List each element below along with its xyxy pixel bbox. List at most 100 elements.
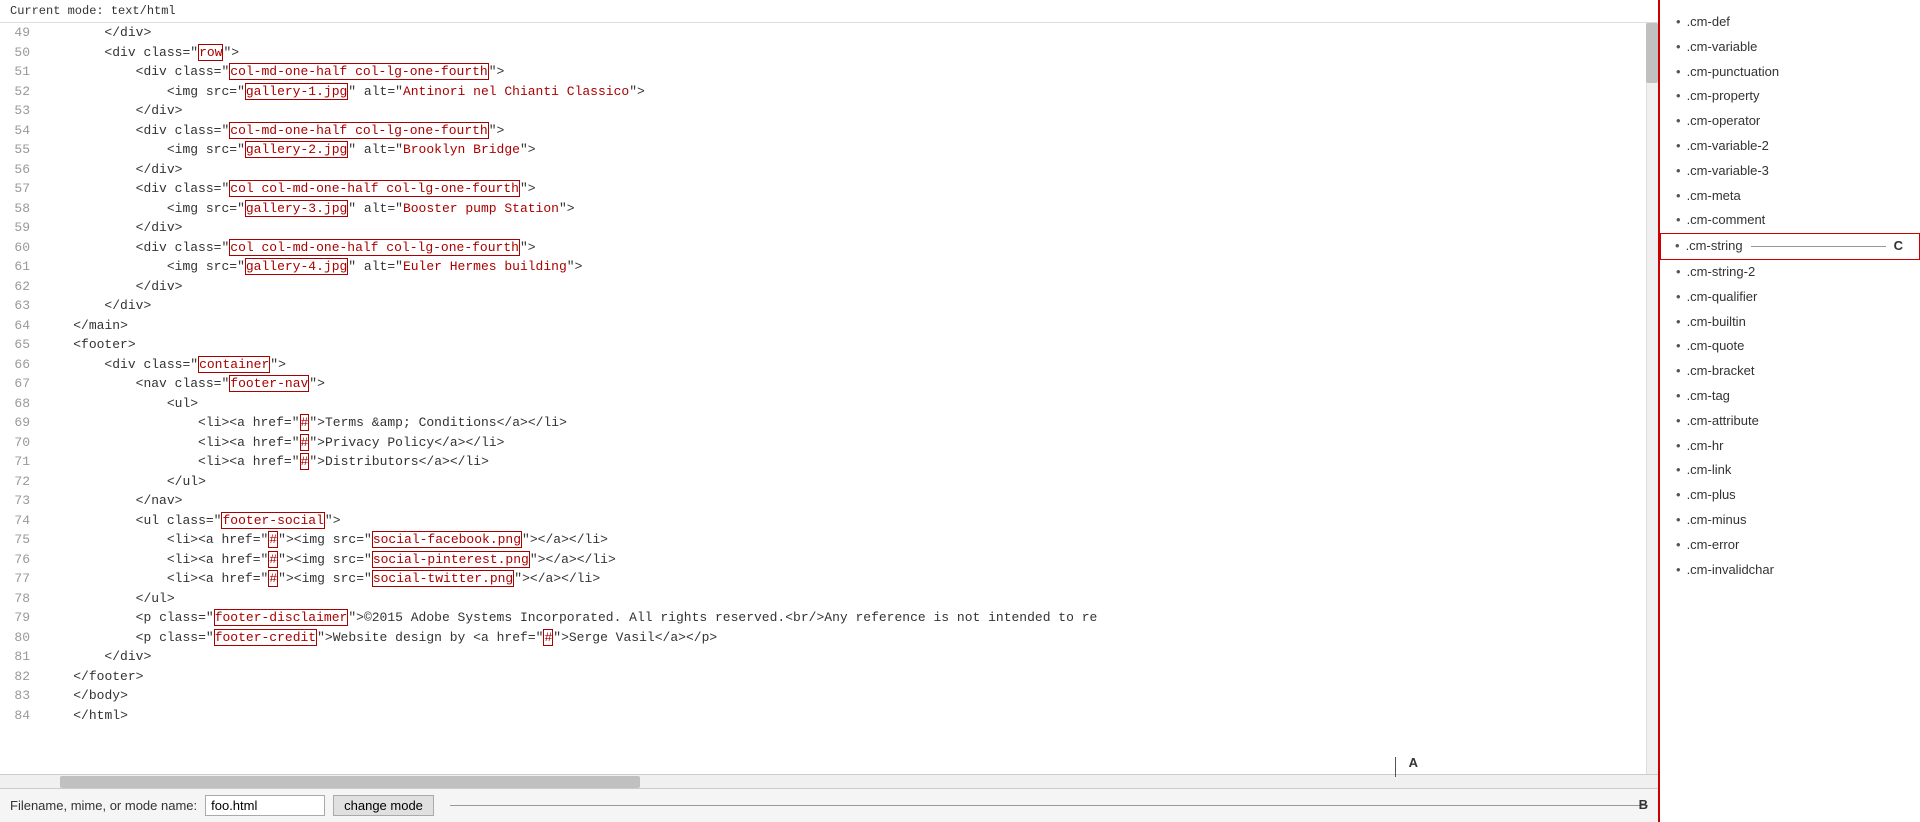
table-row: 84 </html> <box>0 706 1658 726</box>
table-row: 49 </div> <box>0 23 1658 43</box>
style-item-label: .cm-variable-2 <box>1687 136 1769 157</box>
style-list-item[interactable]: .cm-hr <box>1660 434 1920 459</box>
line-code: <img src="gallery-4.jpg" alt="Euler Herm… <box>38 257 1658 277</box>
style-item-label: .cm-builtin <box>1687 312 1746 333</box>
table-row: 69 <li><a href="#">Terms &amp; Condition… <box>0 413 1658 433</box>
line-code: </main> <box>38 316 1658 336</box>
line-number: 79 <box>0 608 38 628</box>
style-list-item[interactable]: .cm-qualifier <box>1660 285 1920 310</box>
line-code: <li><a href="#"><img src="social-pintere… <box>38 550 1658 570</box>
line-code: </html> <box>38 706 1658 726</box>
table-row: 50 <div class="row"> <box>0 43 1658 63</box>
line-number: 64 <box>0 316 38 336</box>
line-code: </ul> <box>38 472 1658 492</box>
table-row: 73 </nav> <box>0 491 1658 511</box>
line-number: 50 <box>0 43 38 63</box>
style-list-item[interactable]: .cm-link <box>1660 458 1920 483</box>
style-item-label: .cm-punctuation <box>1687 62 1780 83</box>
code-editor[interactable]: 49 </div>50 <div class="row">51 <div cla… <box>0 23 1658 774</box>
style-list-item[interactable]: .cm-quote <box>1660 334 1920 359</box>
table-row: 76 <li><a href="#"><img src="social-pint… <box>0 550 1658 570</box>
table-row: 62 </div> <box>0 277 1658 297</box>
line-number: 49 <box>0 23 38 43</box>
style-list-item[interactable]: .cm-tag <box>1660 384 1920 409</box>
line-code: </footer> <box>38 667 1658 687</box>
change-mode-button[interactable]: change mode <box>333 795 434 816</box>
style-list-item[interactable]: .cm-meta <box>1660 184 1920 209</box>
style-list-item[interactable]: .cm-plus <box>1660 483 1920 508</box>
style-list-item[interactable]: .cm-punctuation <box>1660 60 1920 85</box>
hscrollbar-thumb[interactable] <box>60 776 640 788</box>
style-item-label: .cm-string <box>1686 236 1743 257</box>
line-number: 76 <box>0 550 38 570</box>
style-list-item[interactable]: .cm-property <box>1660 84 1920 109</box>
style-list-item[interactable]: .cm-error <box>1660 533 1920 558</box>
style-item-label: .cm-comment <box>1687 210 1766 231</box>
filename-input[interactable] <box>205 795 325 816</box>
style-item-label: .cm-variable-3 <box>1687 161 1769 182</box>
line-number: 67 <box>0 374 38 394</box>
line-code: </div> <box>38 218 1658 238</box>
line-code: <li><a href="#">Distributors</a></li> <box>38 452 1658 472</box>
line-code: </div> <box>38 23 1658 43</box>
marker-a: A <box>1409 755 1418 770</box>
line-code: <footer> <box>38 335 1658 355</box>
line-number: 74 <box>0 511 38 531</box>
line-code: </div> <box>38 647 1658 667</box>
style-list-item[interactable]: .cm-variable-3 <box>1660 159 1920 184</box>
filename-label: Filename, mime, or mode name: <box>10 798 197 813</box>
line-code: <nav class="footer-nav"> <box>38 374 1658 394</box>
style-panel: .cm-def.cm-variable.cm-punctuation.cm-pr… <box>1660 0 1920 822</box>
line-code: <ul> <box>38 394 1658 414</box>
line-number: 57 <box>0 179 38 199</box>
style-item-label: .cm-attribute <box>1687 411 1759 432</box>
style-list-item[interactable]: .cm-def <box>1660 10 1920 35</box>
vscrollbar[interactable] <box>1646 23 1658 774</box>
style-list-item[interactable]: .cm-comment <box>1660 208 1920 233</box>
line-number: 53 <box>0 101 38 121</box>
style-list-item[interactable]: .cm-operator <box>1660 109 1920 134</box>
table-row: 61 <img src="gallery-4.jpg" alt="Euler H… <box>0 257 1658 277</box>
style-item-label: .cm-link <box>1687 460 1732 481</box>
hscrollbar[interactable]: A <box>0 774 1658 788</box>
table-row: 78 </ul> <box>0 589 1658 609</box>
style-list-item[interactable]: .cm-bracket <box>1660 359 1920 384</box>
line-number: 59 <box>0 218 38 238</box>
table-row: 70 <li><a href="#">Privacy Policy</a></l… <box>0 433 1658 453</box>
style-list-item[interactable]: .cm-variable-2 <box>1660 134 1920 159</box>
line-code: <div class="col-md-one-half col-lg-one-f… <box>38 121 1658 141</box>
line-number: 82 <box>0 667 38 687</box>
line-code: </div> <box>38 160 1658 180</box>
table-row: 65 <footer> <box>0 335 1658 355</box>
line-code: </div> <box>38 101 1658 121</box>
table-row: 55 <img src="gallery-2.jpg" alt="Brookly… <box>0 140 1658 160</box>
marker-b-line: B <box>450 805 1648 806</box>
style-list-item[interactable]: .cm-variable <box>1660 35 1920 60</box>
line-number: 56 <box>0 160 38 180</box>
table-row: 80 <p class="footer-credit">Website desi… <box>0 628 1658 648</box>
line-code: </nav> <box>38 491 1658 511</box>
style-list-item[interactable]: .cm-invalidchar <box>1660 558 1920 583</box>
vscrollbar-thumb[interactable] <box>1646 23 1658 83</box>
line-code: <li><a href="#">Terms &amp; Conditions</… <box>38 413 1658 433</box>
table-row: 67 <nav class="footer-nav"> <box>0 374 1658 394</box>
line-code: <div class="col col-md-one-half col-lg-o… <box>38 179 1658 199</box>
style-list-item[interactable]: .cm-attribute <box>1660 409 1920 434</box>
line-code: <li><a href="#"><img src="social-faceboo… <box>38 530 1658 550</box>
line-code: <div class="col-md-one-half col-lg-one-f… <box>38 62 1658 82</box>
line-number: 78 <box>0 589 38 609</box>
line-code: <div class="row"> <box>38 43 1658 63</box>
table-row: 57 <div class="col col-md-one-half col-l… <box>0 179 1658 199</box>
line-number: 54 <box>0 121 38 141</box>
style-item-label: .cm-def <box>1687 12 1730 33</box>
main-container: Current mode: text/html 49 </div>50 <div… <box>0 0 1920 822</box>
line-code: <div class="col col-md-one-half col-lg-o… <box>38 238 1658 258</box>
table-row: 79 <p class="footer-disclaimer">©2015 Ad… <box>0 608 1658 628</box>
style-list-item[interactable]: .cm-builtin <box>1660 310 1920 335</box>
line-code: <ul class="footer-social"> <box>38 511 1658 531</box>
style-list-item[interactable]: .cm-minus <box>1660 508 1920 533</box>
code-table: 49 </div>50 <div class="row">51 <div cla… <box>0 23 1658 725</box>
style-list-item[interactable]: .cm-stringC <box>1660 233 1920 260</box>
style-list-item[interactable]: .cm-string-2 <box>1660 260 1920 285</box>
style-item-label: .cm-meta <box>1687 186 1741 207</box>
